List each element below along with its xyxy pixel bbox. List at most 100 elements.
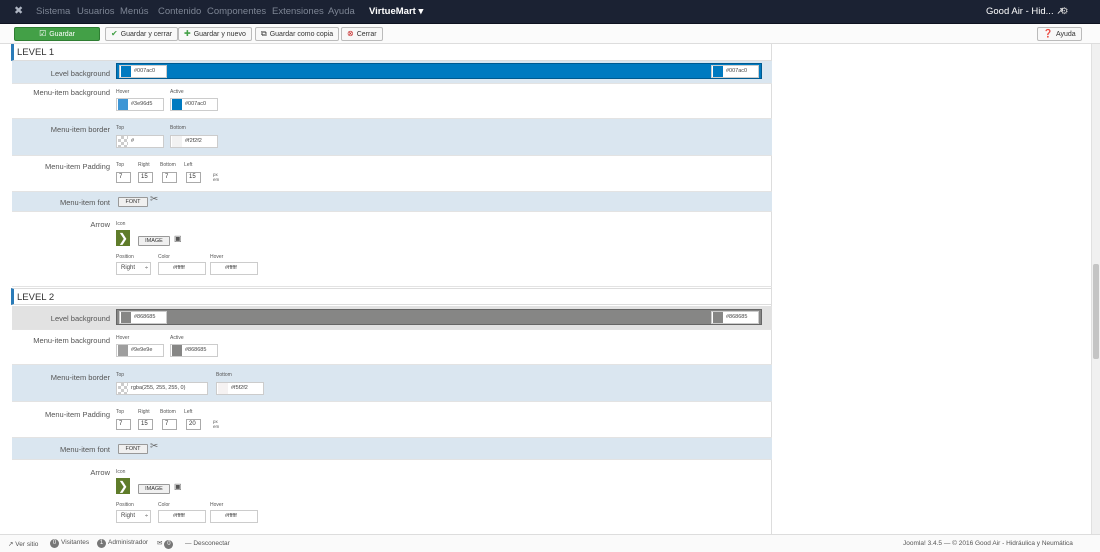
level1-position-select[interactable]: Right ÷: [116, 262, 151, 275]
level1-bg-input-right[interactable]: #007ac0: [711, 65, 759, 78]
level2-padding-row: Menu-item Padding Top Right Bottom Left …: [12, 402, 772, 438]
level-bg-label: Level background: [50, 314, 110, 323]
tools-icon[interactable]: ✂: [150, 441, 158, 452]
level2-item-bg-row: Menu-item background Hover Active #9e9e9…: [12, 330, 772, 365]
messages-status[interactable]: ✉ 0: [157, 539, 175, 549]
menu-componentes[interactable]: Componentes: [207, 6, 266, 17]
menu-sistema[interactable]: Sistema: [36, 6, 70, 17]
scrollbar-thumb[interactable]: [1093, 264, 1099, 359]
icon-label: Icon: [116, 221, 126, 227]
level1-hover-input[interactable]: #3e96d5: [116, 98, 164, 111]
pad-top-label: Top: [116, 409, 125, 415]
admin-menu-bar: ✖ Sistema Usuarios Menús Contenido Compo…: [0, 0, 1100, 24]
level2-border-top-input[interactable]: rgba(255, 255, 255, 0): [116, 382, 208, 395]
tools-icon[interactable]: ✂: [150, 194, 158, 205]
color-swatch: [212, 263, 222, 274]
level1-border-top-input[interactable]: #: [116, 135, 164, 148]
menu-contenido[interactable]: Contenido: [158, 6, 201, 17]
help-icon: ❓: [1043, 29, 1053, 38]
level1-image-button[interactable]: IMAGE: [138, 236, 170, 246]
item-bg-label: Menu-item background: [33, 336, 110, 345]
color-swatch: [118, 345, 128, 356]
image-icon[interactable]: ▣: [174, 482, 182, 491]
save-close-button[interactable]: ✔ Guardar y cerrar: [105, 27, 179, 41]
save-new-button[interactable]: ✚ Guardar y nuevo: [178, 27, 252, 41]
item-border-label: Menu-item border: [50, 373, 110, 382]
level2-bg-input[interactable]: #868685: [119, 311, 167, 324]
pad-right-label: Right: [138, 162, 150, 168]
level1-pad-right[interactable]: 15: [138, 172, 153, 183]
color-swatch: [218, 383, 228, 394]
level2-pad-right[interactable]: 15: [138, 419, 153, 430]
color-swatch: [212, 511, 222, 522]
level2-position-select[interactable]: Right ÷: [116, 510, 151, 523]
menu-virtuemart[interactable]: VirtueMart ▾: [369, 6, 423, 17]
color-swatch: [713, 312, 723, 323]
level1-font-button[interactable]: FONT: [118, 197, 148, 207]
level1-bg-input[interactable]: #007ac0: [119, 65, 167, 78]
select-arrow-icon: ÷: [144, 513, 148, 519]
item-font-label: Menu-item font: [59, 198, 110, 207]
level2-hover-input[interactable]: #9e9e9e: [116, 344, 164, 357]
item-font-label: Menu-item font: [59, 445, 110, 454]
level2-arrow-row: Arrow Icon ❯ IMAGE ▣ Position Color Hove…: [12, 460, 772, 534]
level2-pad-bottom[interactable]: 7: [162, 419, 177, 430]
site-link[interactable]: Good Air - Hid... ↗: [986, 6, 1064, 17]
level2-border-bottom-input[interactable]: #f5f2f2: [216, 382, 264, 395]
level1-pad-top[interactable]: 7: [116, 172, 131, 183]
unit-toggle[interactable]: px em: [213, 419, 219, 429]
level1-active-input[interactable]: #007ac0: [170, 98, 218, 111]
top-label: Top: [116, 125, 125, 131]
image-icon[interactable]: ▣: [174, 234, 182, 243]
item-padding-label: Menu-item Padding: [44, 162, 110, 171]
help-button[interactable]: ❓ Ayuda: [1037, 27, 1082, 41]
pad-right-label: Right: [138, 409, 150, 415]
select-arrow-icon: ÷: [144, 265, 148, 271]
save-copy-button[interactable]: ⧉ Guardar como copia: [255, 27, 340, 41]
item-border-label: Menu-item border: [50, 125, 110, 134]
joomla-logo-icon[interactable]: ✖: [14, 4, 23, 17]
menu-ayuda[interactable]: Ayuda: [328, 6, 355, 17]
level2-bg-bar[interactable]: #868685 #868685: [116, 309, 762, 325]
level1-arrow-hover-input[interactable]: #ffffff: [210, 262, 258, 275]
active-label: Active: [170, 335, 184, 341]
level1-arrow-color-input[interactable]: #ffffff: [158, 262, 206, 275]
level2-bg-input-right[interactable]: #868685: [711, 311, 759, 324]
menu-menus[interactable]: Menús: [120, 6, 149, 17]
item-padding-label: Menu-item Padding: [44, 410, 110, 419]
close-icon: ⊗: [347, 29, 354, 38]
level2-font-button[interactable]: FONT: [118, 444, 148, 454]
menu-usuarios[interactable]: Usuarios: [77, 6, 115, 17]
level2-image-button[interactable]: IMAGE: [138, 484, 170, 494]
main-panel: LEVEL 1 Level background #007ac0 #007ac0…: [10, 44, 772, 534]
close-button[interactable]: ⊗ Cerrar: [341, 27, 383, 41]
save-button[interactable]: ☑ Guardar: [14, 27, 100, 41]
level1-border-bottom-input[interactable]: #f2f2f2: [170, 135, 218, 148]
color-swatch: [172, 99, 182, 110]
page-scrollbar[interactable]: [1091, 44, 1100, 534]
mail-icon: ✉: [157, 540, 163, 547]
logout-link[interactable]: — Desconectar: [185, 540, 230, 547]
level2-pad-left[interactable]: 20: [186, 419, 201, 430]
transparent-swatch: [118, 383, 128, 394]
level2-active-input[interactable]: #868685: [170, 344, 218, 357]
arrow-label: Arrow: [90, 220, 110, 229]
level2-arrow-color-input[interactable]: #ffffff: [158, 510, 206, 523]
level1-bg-bar[interactable]: #007ac0 #007ac0: [116, 63, 762, 79]
unit-toggle[interactable]: px em: [213, 172, 219, 182]
admins-status: 1 Administrador: [95, 539, 148, 548]
gear-icon[interactable]: ⚙: [1060, 6, 1069, 17]
level1-pad-left[interactable]: 15: [186, 172, 201, 183]
level1-pad-bottom[interactable]: 7: [162, 172, 177, 183]
active-label: Active: [170, 89, 184, 95]
visitors-badge: 0: [50, 539, 59, 548]
level2-arrow-hover-input[interactable]: #ffffff: [210, 510, 258, 523]
level2-pad-top[interactable]: 7: [116, 419, 131, 430]
level1-arrow-row: Arrow Icon ❯ IMAGE ▣ Position Color Hove…: [12, 212, 772, 287]
level1-padding-row: Menu-item Padding Top Right Bottom Left …: [12, 156, 772, 192]
copy-icon: ⧉: [261, 29, 267, 38]
level2-bg-row: Level background #868685 #868685: [12, 306, 772, 330]
view-site-link[interactable]: ↗ Ver sitio: [8, 540, 38, 548]
level1-font-row: Menu-item font FONT ✂: [12, 192, 772, 212]
menu-extensiones[interactable]: Extensiones: [272, 6, 324, 17]
